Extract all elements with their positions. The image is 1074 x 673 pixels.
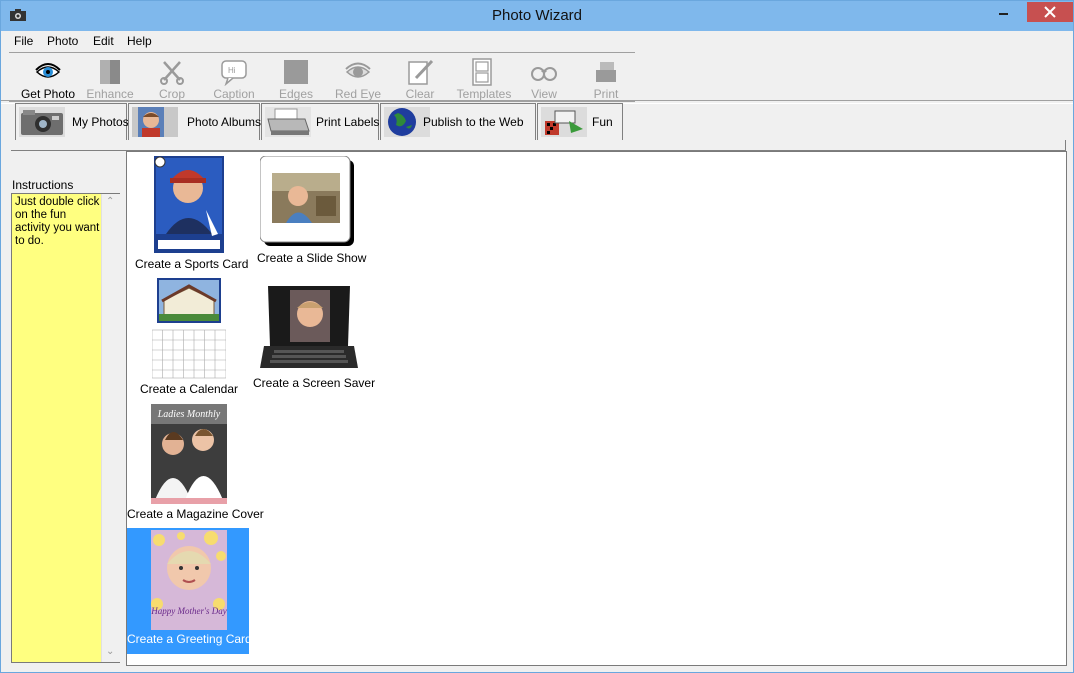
- activity-label: Create a Greeting Card: [127, 632, 252, 646]
- slide-show-thumbnail: [260, 156, 354, 246]
- printer-icon: [596, 62, 616, 82]
- category-tabs: My Photos Photo Albums Print Labels Publ…: [11, 103, 1065, 141]
- menu-photo[interactable]: Photo: [40, 31, 85, 51]
- menu-bar: File Photo Edit Help: [1, 31, 1073, 51]
- close-button[interactable]: [1027, 2, 1073, 22]
- magazine-title: Ladies Monthly: [157, 409, 221, 420]
- activity-calendar[interactable]: Create a Calendar: [135, 278, 243, 398]
- activity-screen-saver[interactable]: Create a Screen Saver: [253, 284, 376, 392]
- tool-label: Caption: [213, 87, 255, 101]
- templates-icon: [472, 58, 492, 86]
- caption-button[interactable]: Hi Caption: [203, 55, 265, 101]
- activity-greeting-card[interactable]: Happy Mother's Day Create a Greeting Car…: [127, 528, 252, 654]
- tool-label: Enhance: [86, 87, 134, 101]
- crop-button[interactable]: Crop: [141, 55, 203, 101]
- tool-label: Templates: [456, 87, 512, 101]
- magazine-cover-thumbnail: Ladies Monthly: [151, 404, 227, 504]
- tab-label: Photo Albums: [187, 115, 262, 129]
- tab-label: Fun: [592, 115, 613, 129]
- activity-list[interactable]: Create a Sports Card Create a Slide Show: [126, 151, 1067, 666]
- print-button[interactable]: Print: [575, 55, 637, 101]
- instructions-scrollbar[interactable]: ⌃ ⌄: [101, 194, 120, 662]
- instructions-panel: Instructions Just double click on the fu…: [11, 151, 123, 664]
- menu-help[interactable]: Help: [120, 31, 159, 51]
- printer-icon: [265, 107, 311, 137]
- templates-button[interactable]: Templates: [451, 55, 517, 101]
- activity-sports-card[interactable]: Create a Sports Card: [135, 154, 249, 274]
- card-message: Happy Mother's Day: [151, 606, 227, 616]
- tab-label: My Photos: [72, 115, 129, 129]
- calendar-thumbnail: [152, 278, 226, 379]
- tab-fun[interactable]: Fun: [537, 103, 623, 140]
- get-photo-button[interactable]: Get Photo: [17, 55, 79, 101]
- scroll-up-icon[interactable]: ⌃: [106, 196, 114, 207]
- minimize-button[interactable]: [981, 2, 1026, 22]
- tab-panel-border: [11, 140, 1066, 151]
- red-eye-button[interactable]: Red Eye: [327, 55, 389, 101]
- tab-label: Publish to the Web: [423, 115, 524, 129]
- activity-label: Create a Calendar: [139, 382, 239, 396]
- instructions-box: Just double click on the fun activity yo…: [11, 193, 120, 663]
- tool-label: View: [531, 87, 557, 101]
- activity-slide-show[interactable]: Create a Slide Show: [257, 156, 367, 266]
- app-window: Photo Wizard File Photo Edit Help Get Ph…: [0, 0, 1074, 673]
- tool-label: Get Photo: [20, 87, 76, 101]
- activity-label: Create a Screen Saver: [253, 376, 376, 390]
- tab-photo-albums[interactable]: Photo Albums: [128, 103, 262, 140]
- laptop-thumbnail: [260, 286, 358, 368]
- fun-icon: [541, 107, 587, 137]
- scissors-icon: [160, 61, 184, 85]
- toolbar: Get Photo Enhance Crop Hi Caption Edges …: [9, 52, 635, 102]
- portrait-icon: [132, 107, 178, 137]
- edges-icon: [284, 60, 308, 84]
- speech-bubble-icon: Hi: [221, 60, 247, 86]
- camera-icon: [19, 107, 65, 137]
- clear-button[interactable]: Clear: [389, 55, 451, 101]
- enhance-icon: [100, 60, 120, 84]
- close-icon: [1044, 6, 1056, 18]
- tool-label: Clear: [405, 87, 435, 101]
- tab-label: Print Labels: [316, 115, 380, 129]
- tab-print-labels[interactable]: Print Labels: [261, 103, 379, 140]
- window-title: Photo Wizard: [491, 7, 583, 24]
- clear-icon: [408, 59, 434, 85]
- sports-card-thumbnail: [152, 154, 226, 255]
- menu-file[interactable]: File: [7, 31, 40, 51]
- minimize-icon: [999, 13, 1008, 15]
- tool-label: Print: [593, 87, 619, 101]
- red-eye-icon: [345, 62, 371, 78]
- tab-publish-web[interactable]: Publish to the Web: [380, 103, 536, 140]
- enhance-button[interactable]: Enhance: [79, 55, 141, 101]
- tool-label: Crop: [158, 87, 185, 101]
- tool-label: Red Eye: [334, 87, 382, 101]
- tab-my-photos[interactable]: My Photos: [15, 103, 129, 140]
- greeting-card-thumbnail: Happy Mother's Day: [151, 530, 227, 630]
- scroll-down-icon[interactable]: ⌄: [106, 646, 114, 657]
- tool-label: Edges: [278, 87, 314, 101]
- edges-button[interactable]: Edges: [265, 55, 327, 101]
- menu-edit[interactable]: Edit: [86, 31, 121, 51]
- title-bar[interactable]: Photo Wizard: [1, 1, 1073, 31]
- activity-label: Create a Magazine Cover: [127, 507, 264, 521]
- activity-magazine-cover[interactable]: Ladies Monthly Create a Magazine Cover: [127, 404, 264, 524]
- eye-icon: [35, 63, 61, 78]
- glasses-icon: [531, 67, 557, 81]
- view-button[interactable]: View: [513, 55, 575, 101]
- activity-label: Create a Slide Show: [257, 251, 367, 265]
- instructions-title: Instructions: [12, 178, 74, 192]
- svg-text:Hi: Hi: [228, 66, 236, 75]
- activity-label: Create a Sports Card: [135, 257, 249, 271]
- instructions-text: Just double click on the fun activity yo…: [15, 196, 100, 247]
